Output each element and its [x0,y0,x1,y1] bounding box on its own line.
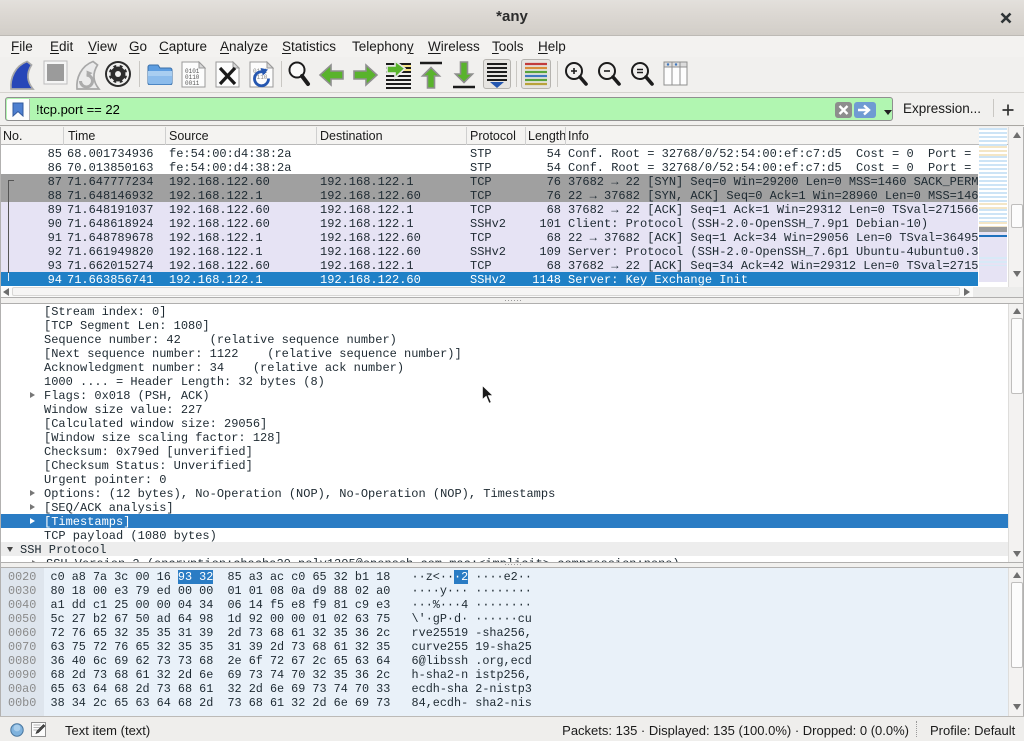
svg-text:0011: 0011 [185,80,200,87]
